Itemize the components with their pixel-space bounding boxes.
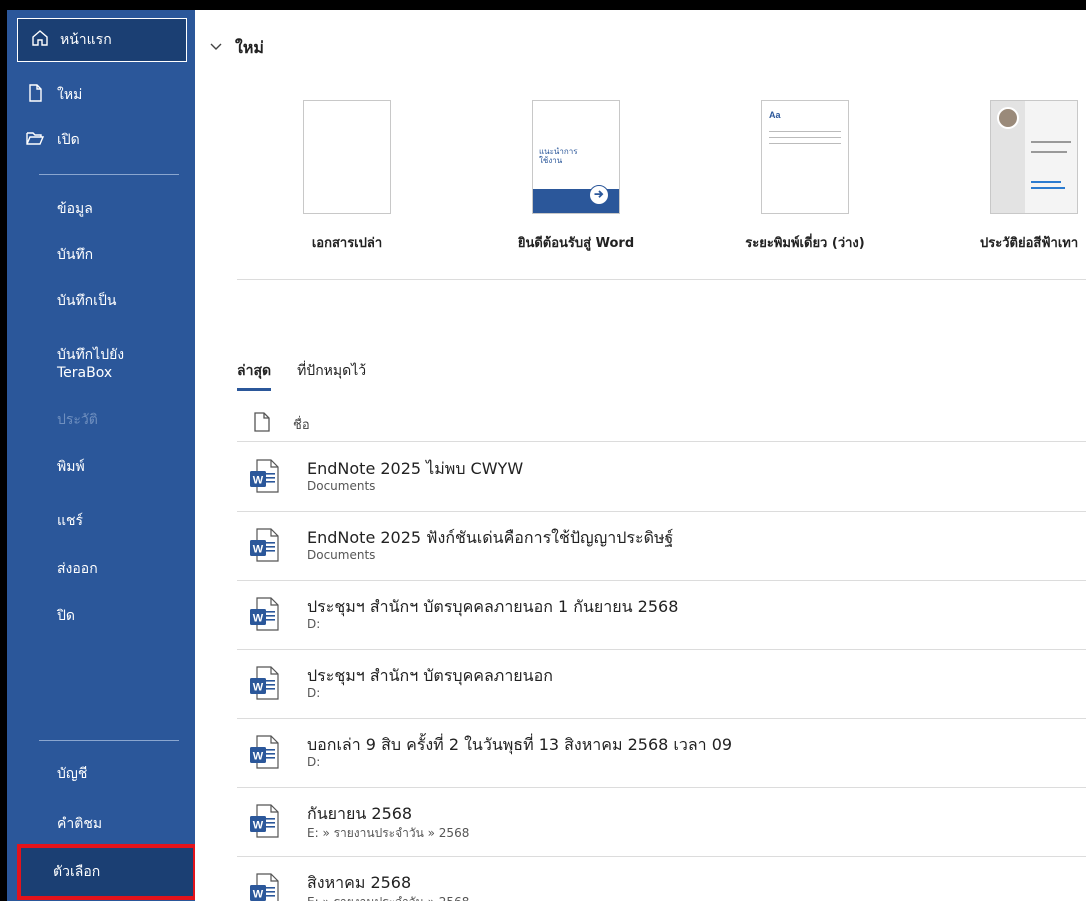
sidebar-divider	[39, 740, 179, 741]
template-thumbnail	[990, 100, 1078, 214]
template-thumbnail-line	[1031, 187, 1065, 189]
file-type-icon	[237, 412, 271, 437]
home-icon	[30, 28, 50, 53]
recent-tabs: ล่าสุด ที่ปักหมุดไว้	[237, 360, 392, 391]
template-thumbnail-text: แนะนำการ ใช้งาน	[539, 147, 578, 165]
word-document-icon: W	[249, 666, 279, 700]
template-thumbnail	[303, 100, 391, 214]
file-path: D:	[307, 755, 321, 769]
sidebar-item-feedback[interactable]: คำติชม	[57, 815, 102, 833]
sidebar-open[interactable]: เปิด	[25, 125, 80, 155]
template-thumbnail-text: Aa	[769, 110, 781, 120]
word-document-icon: W	[249, 528, 279, 562]
template-resume-blue-grey[interactable]: ประวัติย่อสีฟ้าเทา	[980, 100, 1078, 251]
template-label: ประวัติย่อสีฟ้าเทา	[980, 236, 1079, 251]
sidebar-item-share[interactable]: แชร์	[57, 512, 83, 530]
svg-text:W: W	[253, 682, 264, 694]
file-path: D:	[307, 686, 321, 700]
tab-pinned[interactable]: ที่ปักหมุดไว้	[297, 360, 366, 391]
file-path: D:	[307, 617, 321, 631]
section-divider	[237, 279, 1086, 280]
template-thumbnail: แนะนำการ ใช้งาน	[532, 100, 620, 214]
new-section-heading: ใหม่	[235, 38, 264, 57]
file-path: Documents	[307, 548, 376, 562]
sidebar-item-history: ประวัติ	[57, 412, 98, 428]
word-document-icon: W	[249, 597, 279, 631]
file-path: E: » รายงานประจำวัน » 2568	[307, 826, 470, 840]
svg-text:W: W	[253, 751, 264, 763]
file-row[interactable]: W กันยายน 2568 E: » รายงานประจำวัน » 2568	[237, 788, 1086, 857]
arrow-right-icon	[589, 185, 609, 205]
template-thumbnail-line	[1031, 141, 1071, 143]
sidebar-new[interactable]: ใหม่	[25, 80, 82, 110]
template-thumbnail-line	[1031, 181, 1061, 183]
sidebar-item-save[interactable]: บันทึก	[57, 246, 93, 264]
backstage-sidebar: หน้าแรก ใหม่ เปิด ข้อมูล บันทึก บันทึกเป…	[7, 10, 197, 901]
file-row[interactable]: W EndNote 2025 ฟังก์ชันเด่นคือการใช้ปัญญา…	[237, 512, 1086, 581]
word-document-icon: W	[249, 735, 279, 769]
file-row[interactable]: Wสิงหาคม 2568E: » รายงานประจำวัน » 2568	[237, 857, 1086, 901]
column-name[interactable]: ชื่อ	[293, 414, 310, 435]
sidebar-item-close[interactable]: ปิด	[57, 607, 75, 625]
svg-text:W: W	[253, 889, 264, 901]
template-thumbnail-line	[1031, 151, 1067, 153]
template-thumbnail-line	[769, 131, 841, 132]
file-title: บอกเล่า 9 สิบ ครั้งที่ 2 ในวันพุธที่ 13 …	[307, 735, 733, 754]
svg-text:W: W	[253, 613, 264, 625]
new-section-toggle[interactable]: ใหม่	[209, 36, 264, 61]
chevron-down-icon	[209, 39, 235, 58]
template-thumbnail-line	[769, 137, 841, 138]
file-row[interactable]: W EndNote 2025 ไม่พบ CWYW Documents	[237, 443, 1086, 512]
sidebar-new-label: ใหม่	[57, 87, 83, 103]
file-list-header: ชื่อ	[237, 408, 1086, 442]
svg-text:W: W	[253, 475, 264, 487]
template-thumbnail-line	[769, 143, 841, 144]
template-single-spaced[interactable]: Aa ระยะพิมพ์เดี่ยว (ว่าง)	[745, 100, 865, 251]
sidebar-item-print[interactable]: พิมพ์	[57, 458, 85, 476]
folder-icon	[25, 128, 45, 153]
template-label: ระยะพิมพ์เดี่ยว (ว่าง)	[745, 236, 865, 251]
svg-text:W: W	[253, 820, 264, 832]
file-row[interactable]: W ประชุมฯ สำนักฯ บัตรบุคคลภายนอก 1 กันยาย…	[237, 581, 1086, 650]
new-document-icon	[25, 83, 45, 108]
file-path: E: » รายงานประจำวัน » 2568	[307, 893, 469, 901]
sidebar-item-export[interactable]: ส่งออก	[57, 560, 98, 578]
template-blank-document[interactable]: เอกสารเปล่า	[303, 100, 391, 251]
word-document-icon: W	[249, 459, 279, 493]
word-document-icon: W	[249, 873, 279, 901]
sidebar-item-save-to-terabox[interactable]: บันทึกไปยัง TeraBox	[57, 346, 124, 382]
svg-text:W: W	[253, 544, 264, 556]
file-row[interactable]: W ประชุมฯ สำนักฯ บัตรบุคคลภายนอก D:	[237, 650, 1086, 719]
sidebar-item-options[interactable]: ตัวเลือก	[17, 844, 197, 900]
sidebar-home-label: หน้าแรก	[60, 32, 112, 48]
sidebar-home[interactable]: หน้าแรก	[17, 18, 187, 62]
sidebar-item-info[interactable]: ข้อมูล	[57, 200, 93, 218]
template-label: เอกสารเปล่า	[311, 236, 383, 251]
file-title: ประชุมฯ สำนักฯ บัตรบุคคลภายนอก 1 กันยายน…	[307, 597, 679, 616]
avatar	[997, 107, 1019, 129]
template-label: ยินดีต้อนรับสู่ Word	[517, 236, 635, 251]
sidebar-open-label: เปิด	[57, 132, 80, 148]
home-pane: ใหม่ เอกสารเปล่า แนะนำการ ใช้งาน ยินดีต้…	[195, 10, 1086, 901]
template-welcome-to-word[interactable]: แนะนำการ ใช้งาน ยินดีต้อนรับสู่ Word	[518, 100, 634, 251]
template-thumbnail: Aa	[761, 100, 849, 214]
sidebar-item-save-as[interactable]: บันทึกเป็น	[57, 292, 116, 310]
file-row[interactable]: W บอกเล่า 9 สิบ ครั้งที่ 2 ในวันพุธที่ 13…	[237, 719, 1086, 788]
sidebar-divider	[39, 174, 179, 175]
word-window: หน้าแรก ใหม่ เปิด ข้อมูล บันทึก บันทึกเป…	[7, 10, 1086, 901]
file-path: Documents	[307, 479, 376, 493]
file-title: ประชุมฯ สำนักฯ บัตรบุคคลภายนอก	[307, 666, 553, 685]
sidebar-options-label: ตัวเลือก	[53, 864, 101, 880]
sidebar-item-account[interactable]: บัญชี	[57, 765, 87, 783]
tab-recent[interactable]: ล่าสุด	[237, 360, 272, 391]
word-document-icon: W	[249, 804, 279, 838]
